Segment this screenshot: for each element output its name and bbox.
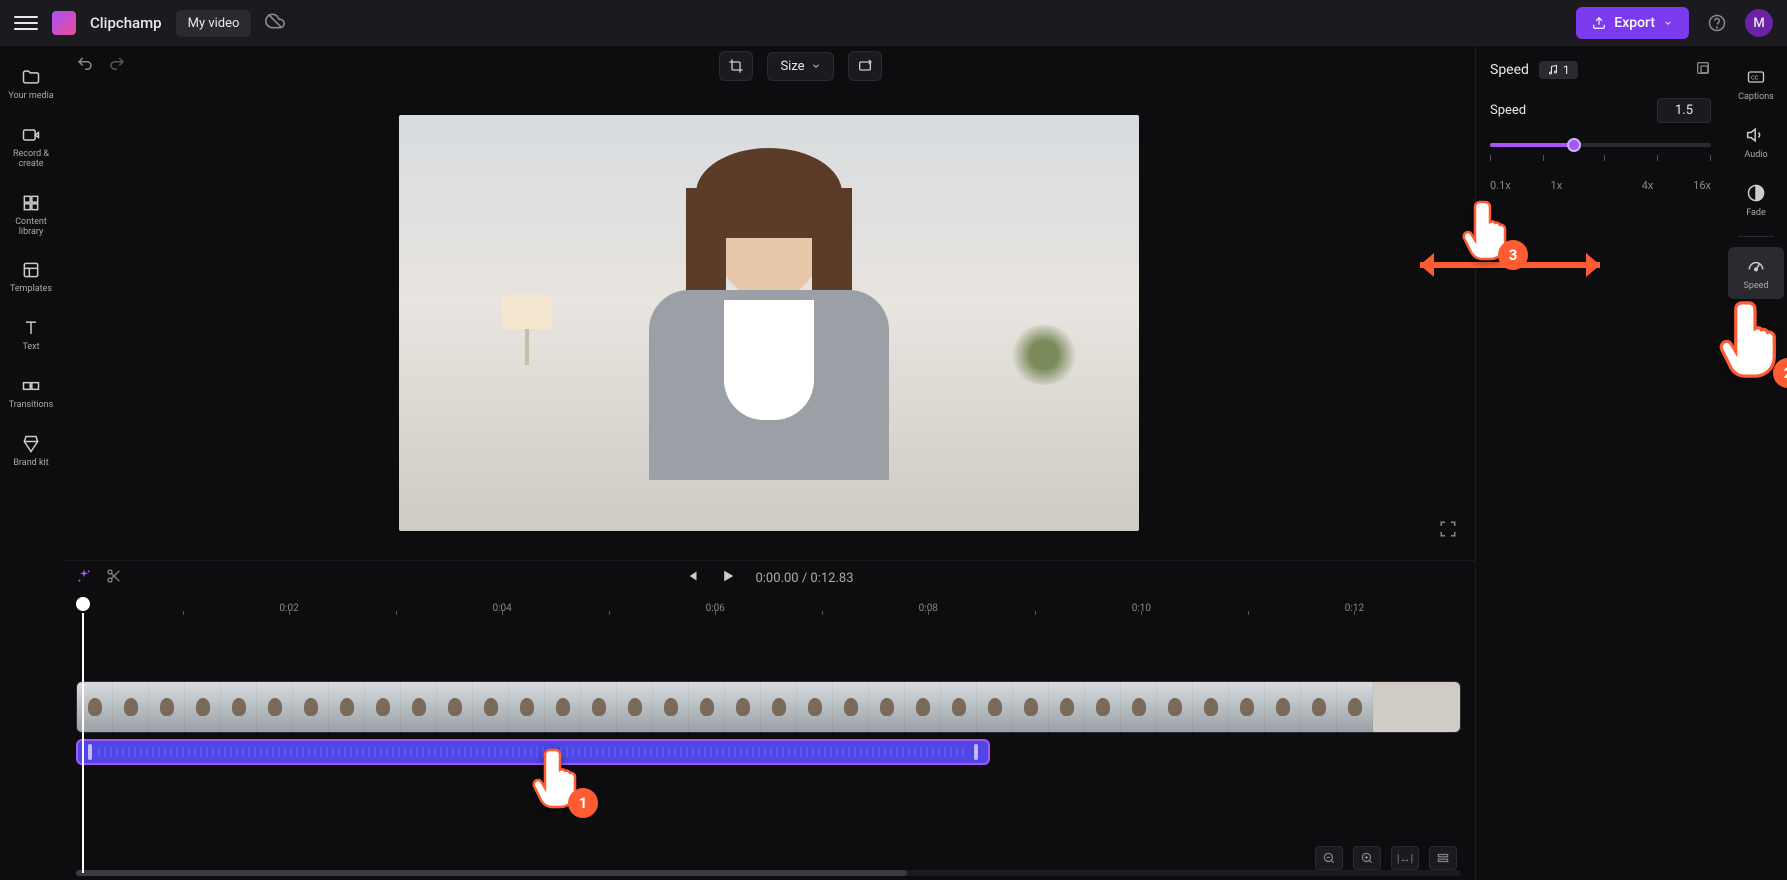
video-track[interactable] — [76, 681, 1461, 733]
fade-icon — [1745, 182, 1767, 204]
clipchamp-logo-icon — [52, 11, 76, 35]
speed-panel: Speed 1 Speed 0.1x 1x 4x 16x — [1475, 46, 1725, 880]
play-button[interactable] — [719, 567, 737, 589]
clip-handle-left[interactable] — [88, 744, 92, 760]
preview-canvas[interactable] — [399, 115, 1139, 531]
prev-frame-button[interactable] — [683, 567, 701, 589]
sidebar-item-text[interactable]: Text — [3, 309, 59, 361]
sidebar-item-brand-kit[interactable]: Brand kit — [3, 425, 59, 477]
chevron-down-icon — [1663, 18, 1673, 28]
undo-button[interactable] — [76, 55, 94, 77]
sidebar-item-templates[interactable]: Templates — [3, 251, 59, 303]
sync-status-icon — [265, 11, 285, 35]
zoom-fit-button[interactable]: |↔| — [1391, 846, 1419, 870]
brandkit-icon — [20, 433, 42, 455]
music-note-icon — [1547, 64, 1559, 76]
selection-badge: 1 — [1539, 61, 1578, 79]
scissors-icon[interactable] — [106, 568, 122, 588]
stage: Size 0:00.00 / 0:12.83 — [62, 46, 1475, 880]
detach-panel-icon[interactable] — [1695, 60, 1711, 80]
audio-icon — [1745, 124, 1767, 146]
folder-icon — [20, 66, 42, 88]
export-button[interactable]: Export — [1576, 7, 1689, 39]
fullscreen-button[interactable] — [1439, 520, 1457, 542]
panel-title: Speed — [1490, 62, 1529, 78]
zoom-out-button[interactable] — [1315, 846, 1343, 870]
sidebar-item-transitions[interactable]: Transitions — [3, 367, 59, 419]
speed-icon — [1745, 255, 1767, 277]
templates-icon — [20, 259, 42, 281]
zoom-in-button[interactable] — [1353, 846, 1381, 870]
sidebar-item-record-create[interactable]: Record & create — [3, 116, 59, 178]
app-header: Clipchamp My video Export M — [0, 0, 1787, 46]
timeline-scrollbar[interactable] — [76, 870, 1461, 876]
brand-name: Clipchamp — [90, 14, 162, 32]
tutorial-hand-1: 1 — [530, 740, 590, 810]
size-dropdown[interactable]: Size — [767, 52, 833, 81]
help-icon[interactable] — [1703, 9, 1731, 37]
transitions-icon — [20, 375, 42, 397]
svg-text:CC: CC — [1751, 76, 1759, 82]
tutorial-hand-2: 2 — [1715, 290, 1787, 380]
speed-label: Speed — [1490, 103, 1526, 118]
magic-icon[interactable] — [76, 568, 92, 588]
speed-input[interactable] — [1657, 98, 1711, 123]
panel-tab-captions[interactable]: CC Captions — [1728, 58, 1784, 110]
right-sidebar: CC Captions Audio Fade Speed — [1725, 46, 1787, 880]
avatar[interactable]: M — [1745, 9, 1773, 37]
preview-share-button[interactable] — [848, 51, 882, 81]
project-title[interactable]: My video — [176, 10, 252, 37]
timeline: 0:00.00 / 0:12.83 0:020:040:060:080:100:… — [62, 560, 1475, 880]
timeline-wrap-button[interactable] — [1429, 846, 1457, 870]
speed-slider-thumb[interactable] — [1567, 138, 1581, 152]
left-sidebar: Your media Record & create Content libra… — [0, 46, 62, 880]
timeline-ruler[interactable]: 0:020:040:060:080:100:12 — [76, 601, 1461, 631]
menu-icon[interactable] — [14, 11, 38, 35]
panel-tab-audio[interactable]: Audio — [1728, 116, 1784, 168]
crop-button[interactable] — [719, 51, 753, 81]
library-icon — [20, 192, 42, 214]
time-display: 0:00.00 / 0:12.83 — [755, 571, 853, 586]
chevron-down-icon — [811, 61, 821, 71]
sidebar-item-content-library[interactable]: Content library — [3, 184, 59, 246]
playhead[interactable] — [76, 597, 90, 611]
clip-handle-right[interactable] — [974, 744, 978, 760]
panel-tab-fade[interactable]: Fade — [1728, 174, 1784, 226]
sidebar-item-your-media[interactable]: Your media — [3, 58, 59, 110]
tutorial-hand-3: 3 — [1460, 192, 1520, 262]
record-icon — [20, 124, 42, 146]
text-icon — [20, 317, 42, 339]
speed-slider[interactable] — [1490, 135, 1711, 175]
cc-icon: CC — [1745, 66, 1767, 88]
redo-button[interactable] — [108, 55, 126, 77]
